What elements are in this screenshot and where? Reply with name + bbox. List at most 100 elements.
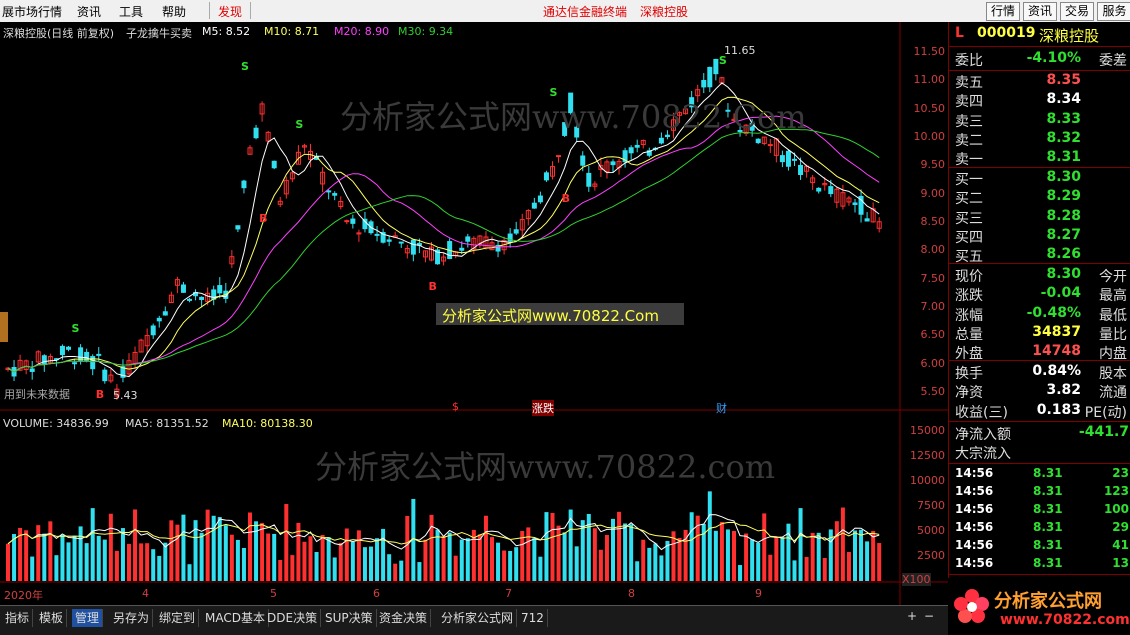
ask-level-row: 卖五 8.35 [951, 72, 1129, 91]
menu-find[interactable]: 发现 [218, 3, 242, 20]
volume-axis-label: 10000 [910, 474, 945, 487]
volume-bar [350, 541, 355, 581]
bottom-tab[interactable]: 另存为 [110, 609, 154, 627]
event-finance-icon[interactable]: 财 [716, 400, 727, 416]
stat2-row: 收益(三) 0.183 PE(动) [951, 402, 1129, 421]
bottom-tab[interactable]: MACD基本 [202, 609, 269, 627]
sell-signal: S [71, 322, 80, 335]
volume-bar [139, 543, 144, 581]
bottom-toolbar: 指标 模板 管理 另存为 绑定到 MACD基本 DDE决策 SUP决策 资金决策 分析家公式网 71… [0, 578, 1130, 635]
volume-bar [441, 535, 446, 581]
logo-url: www.70822.com [1000, 612, 1130, 628]
volume-bar [846, 551, 851, 581]
volume-bar [108, 513, 113, 581]
promo-terminal-link[interactable]: 通达信金融终端 [543, 3, 627, 20]
bottom-tab[interactable]: 模板 [36, 609, 68, 627]
volume-bar [840, 507, 845, 581]
price-axis-label: 11.50 [913, 45, 946, 58]
volume-bar [477, 534, 482, 581]
candle-body [543, 172, 549, 181]
volume-bar [54, 555, 59, 581]
menu-tools[interactable]: 工具 [119, 3, 143, 20]
price-axis-label: 9.50 [920, 158, 946, 172]
volume-bar [60, 534, 65, 581]
bid-level-label: 买一 [955, 172, 983, 188]
volume-bar [84, 543, 89, 581]
stat2-right-label: 流通 [1099, 385, 1127, 402]
stat-label: 涨幅 [955, 307, 983, 324]
ma5-readout: M5: 8.52 [202, 25, 251, 38]
trade-button[interactable]: 交易 [1060, 2, 1094, 21]
volume-bar [689, 512, 694, 581]
volume-bar [260, 523, 265, 581]
date-axis-label: 4 [142, 587, 149, 600]
info-button[interactable]: 资讯 [1023, 2, 1057, 21]
volume-bar [181, 514, 186, 581]
volume-bar [30, 556, 35, 581]
bottom-tab[interactable]: 712 [518, 609, 548, 627]
volume-bar [744, 533, 749, 581]
price-axis-label: 6.00 [920, 356, 946, 370]
stat-value: -0.04 [1040, 285, 1081, 302]
event-dividend-icon[interactable]: $ [452, 400, 459, 413]
volume-bar [810, 532, 815, 581]
volume-bar [641, 539, 646, 581]
stat-row: 涨跌 -0.04 最高 [951, 285, 1129, 304]
bottom-tab[interactable]: 指标 [2, 609, 34, 627]
weibi-label: 委比 [955, 53, 983, 69]
tick-row: 14:56 8.31 123 [951, 484, 1129, 502]
stat-right-label: 最低 [1099, 307, 1127, 324]
side-collapse-handle[interactable] [0, 312, 8, 342]
volume-bar [732, 531, 736, 581]
tick-volume: 29 [1112, 520, 1129, 534]
volume-bar [272, 533, 277, 581]
volume-bar [102, 539, 107, 581]
candle-body [271, 160, 277, 169]
menu-market[interactable]: 展市场行情 [2, 3, 62, 20]
ma30-readout: M30: 9.34 [398, 25, 454, 38]
volume-bar [538, 556, 543, 581]
bottom-tab[interactable]: 管理 [72, 609, 104, 627]
bottom-tab[interactable]: 分析家公式网 [438, 609, 518, 627]
promo-stock-link[interactable]: 深粮控股 [640, 3, 688, 20]
service-button[interactable]: 服务 [1097, 2, 1130, 21]
candle-body [59, 345, 65, 356]
tick-time: 14:56 [955, 538, 994, 552]
candle-body [580, 155, 586, 166]
ask-level-row: 卖四 8.34 [951, 91, 1129, 110]
volume-bar [229, 534, 234, 581]
candle-body [29, 368, 35, 372]
price-axis-label: 10.00 [913, 130, 946, 143]
quote-button[interactable]: 行情 [986, 2, 1020, 21]
price-axis-label: 10.50 [913, 101, 946, 115]
ma20-readout: M20: 8.90 [334, 25, 390, 38]
event-rise-fall-icon[interactable]: 涨跌 [532, 400, 554, 416]
bottom-tab[interactable]: DDE决策 [264, 609, 322, 627]
bottom-tab[interactable]: 绑定到 [156, 609, 200, 627]
volume-bar [42, 533, 47, 581]
volume-bar [459, 539, 464, 581]
volume-bar [308, 536, 313, 581]
volume-bar [617, 511, 622, 581]
menu-news[interactable]: 资讯 [77, 3, 101, 20]
candle-body [350, 218, 356, 224]
stat-row: 现价 8.30 今开 [951, 266, 1129, 285]
bottom-tab[interactable]: 资金决策 [376, 609, 432, 627]
ask-level-row: 卖一 8.31 [951, 149, 1129, 168]
low-price-label: 5.43 [113, 389, 138, 402]
ask-level-label: 卖二 [955, 132, 983, 149]
volume-bar [514, 547, 519, 581]
volume-bar [798, 508, 803, 581]
bottom-tab[interactable]: SUP决策 [322, 609, 377, 627]
chart-area[interactable]: 分析家公式网www.70822.Com 分析家公式网www.70822.com … [0, 22, 948, 605]
zoom-in-icon[interactable]: + [907, 609, 917, 623]
menu-help[interactable]: 帮助 [162, 3, 186, 20]
volume-bar [381, 528, 386, 581]
candle-body [785, 150, 791, 167]
high-price-label: 11.65 [724, 44, 756, 57]
candle-body [459, 247, 465, 251]
tick-volume: 100 [1103, 502, 1129, 516]
watermark-text: 分析家公式网www.70822.Com [340, 98, 807, 136]
stat-right-label: 量比 [1099, 326, 1127, 343]
zoom-out-icon[interactable]: − [924, 609, 934, 623]
